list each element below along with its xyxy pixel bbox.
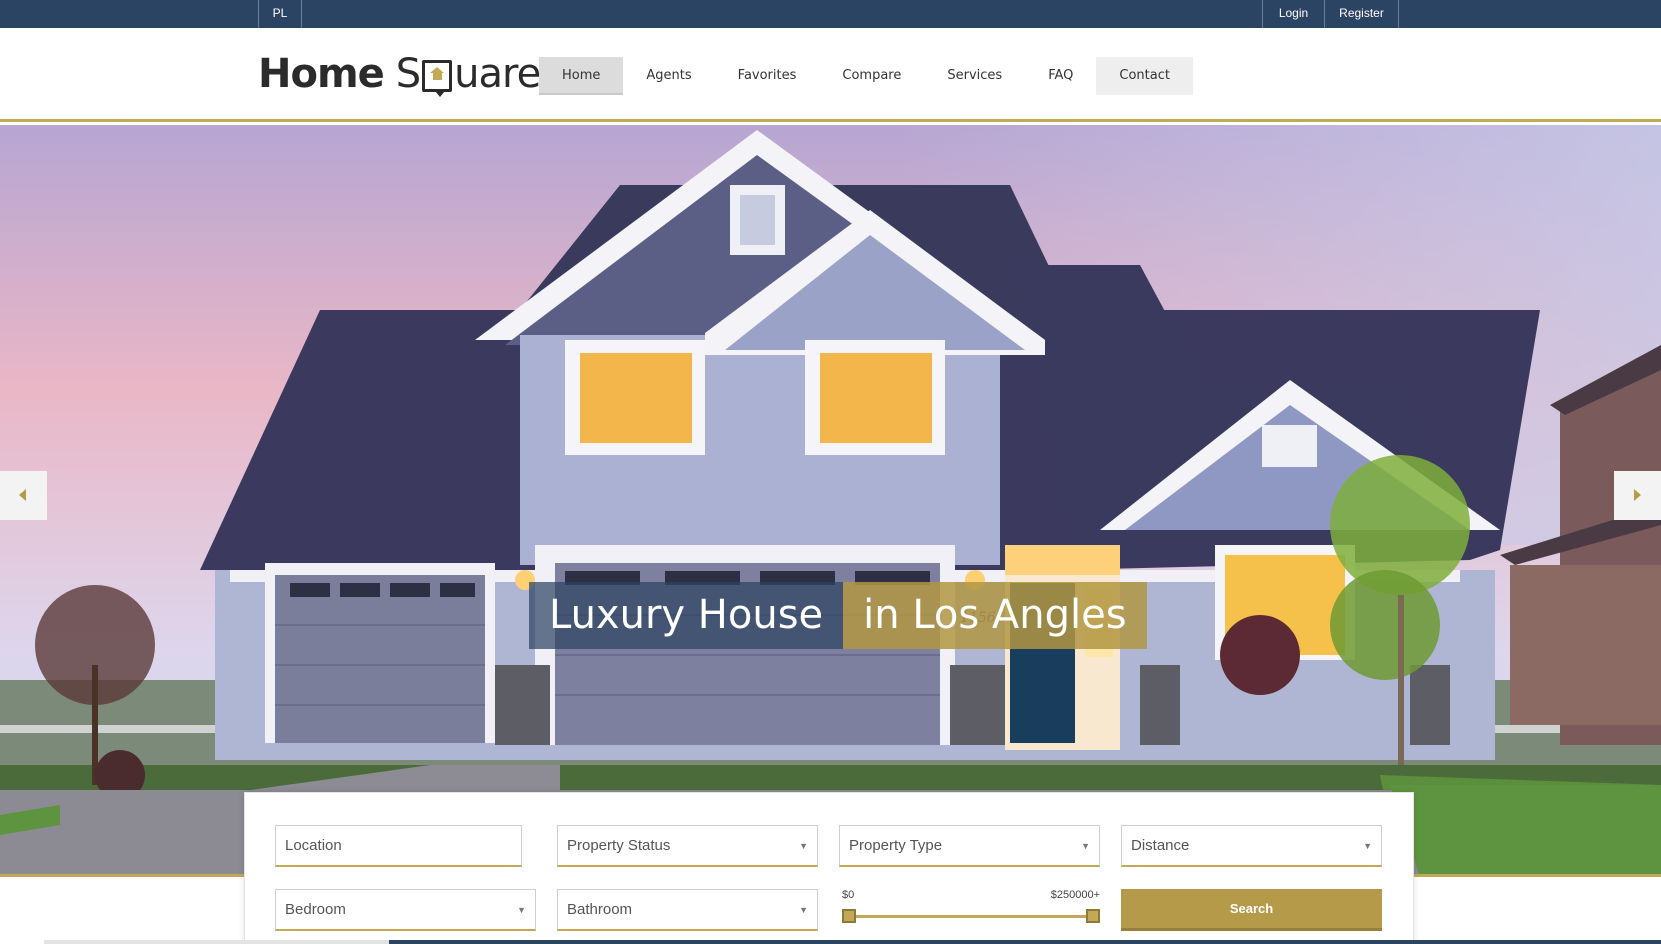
price-range-slider[interactable]: $0 $250000+ bbox=[842, 889, 1100, 931]
logo-word-s: S bbox=[395, 51, 421, 97]
property-type-select[interactable]: Property Type ▼ bbox=[839, 825, 1100, 867]
caret-down-icon: ▼ bbox=[799, 841, 808, 851]
property-status-select[interactable]: Property Status ▼ bbox=[557, 825, 818, 867]
nav-item-faq[interactable]: FAQ bbox=[1025, 57, 1096, 95]
caret-down-icon: ▼ bbox=[517, 905, 526, 915]
bathroom-select[interactable]: Bathroom ▼ bbox=[557, 889, 818, 931]
bathroom-label: Bathroom bbox=[567, 901, 633, 918]
top-bar: PL Login Register bbox=[0, 0, 1661, 28]
price-max-handle[interactable] bbox=[1086, 909, 1100, 923]
property-status-label: Property Status bbox=[567, 837, 671, 854]
bedroom-select[interactable]: Bedroom ▼ bbox=[275, 889, 536, 931]
search-button[interactable]: Search bbox=[1121, 889, 1382, 931]
slider-prev-button[interactable] bbox=[0, 471, 47, 520]
hero-title-part1: Luxury House bbox=[529, 582, 844, 649]
logo-word-uare: uare bbox=[454, 51, 541, 97]
nav-item-agents[interactable]: Agents bbox=[623, 57, 714, 95]
nav-item-services[interactable]: Services bbox=[924, 57, 1025, 95]
hero-title-part2: in Los Angles bbox=[843, 582, 1147, 649]
caret-down-icon: ▼ bbox=[1081, 841, 1090, 851]
slider-next-button[interactable] bbox=[1614, 471, 1661, 520]
site-logo[interactable]: Home S uare bbox=[258, 50, 541, 98]
language-switch[interactable]: PL bbox=[258, 0, 302, 28]
chevron-left-icon bbox=[19, 489, 26, 501]
main-nav: Home Agents Favorites Compare Services F… bbox=[539, 57, 1193, 95]
logo-word-home: Home bbox=[258, 51, 385, 97]
distance-select[interactable]: Distance ▼ bbox=[1121, 825, 1382, 867]
location-input[interactable]: Location bbox=[275, 825, 522, 867]
property-type-label: Property Type bbox=[849, 837, 943, 854]
hero-house-image: 1156 bbox=[0, 125, 1661, 874]
hero-slider: 1156 Luxury House in Los Angles bbox=[0, 125, 1661, 877]
chevron-right-icon bbox=[1634, 489, 1641, 501]
caret-down-icon: ▼ bbox=[1363, 841, 1372, 851]
nav-item-favorites[interactable]: Favorites bbox=[715, 57, 820, 95]
nav-item-home[interactable]: Home bbox=[539, 57, 624, 95]
site-header: Home S uare Home Agents Favorites Compar… bbox=[0, 28, 1661, 122]
register-link[interactable]: Register bbox=[1324, 0, 1399, 28]
price-min-handle[interactable] bbox=[842, 909, 856, 923]
property-search-panel: Location Property Status ▼ Property Type… bbox=[244, 792, 1414, 944]
price-range-track bbox=[850, 915, 1092, 918]
nav-item-compare[interactable]: Compare bbox=[819, 57, 924, 95]
bedroom-label: Bedroom bbox=[285, 901, 346, 918]
price-min-label: $0 bbox=[842, 889, 855, 901]
bottom-divider bbox=[44, 940, 1661, 944]
price-max-label: $250000+ bbox=[1050, 889, 1100, 901]
login-link[interactable]: Login bbox=[1262, 0, 1325, 28]
house-pin-icon bbox=[422, 60, 453, 97]
hero-headline: Luxury House in Los Angles bbox=[529, 582, 1147, 649]
distance-label: Distance bbox=[1131, 837, 1190, 854]
nav-item-contact[interactable]: Contact bbox=[1096, 57, 1193, 95]
caret-down-icon: ▼ bbox=[799, 905, 808, 915]
